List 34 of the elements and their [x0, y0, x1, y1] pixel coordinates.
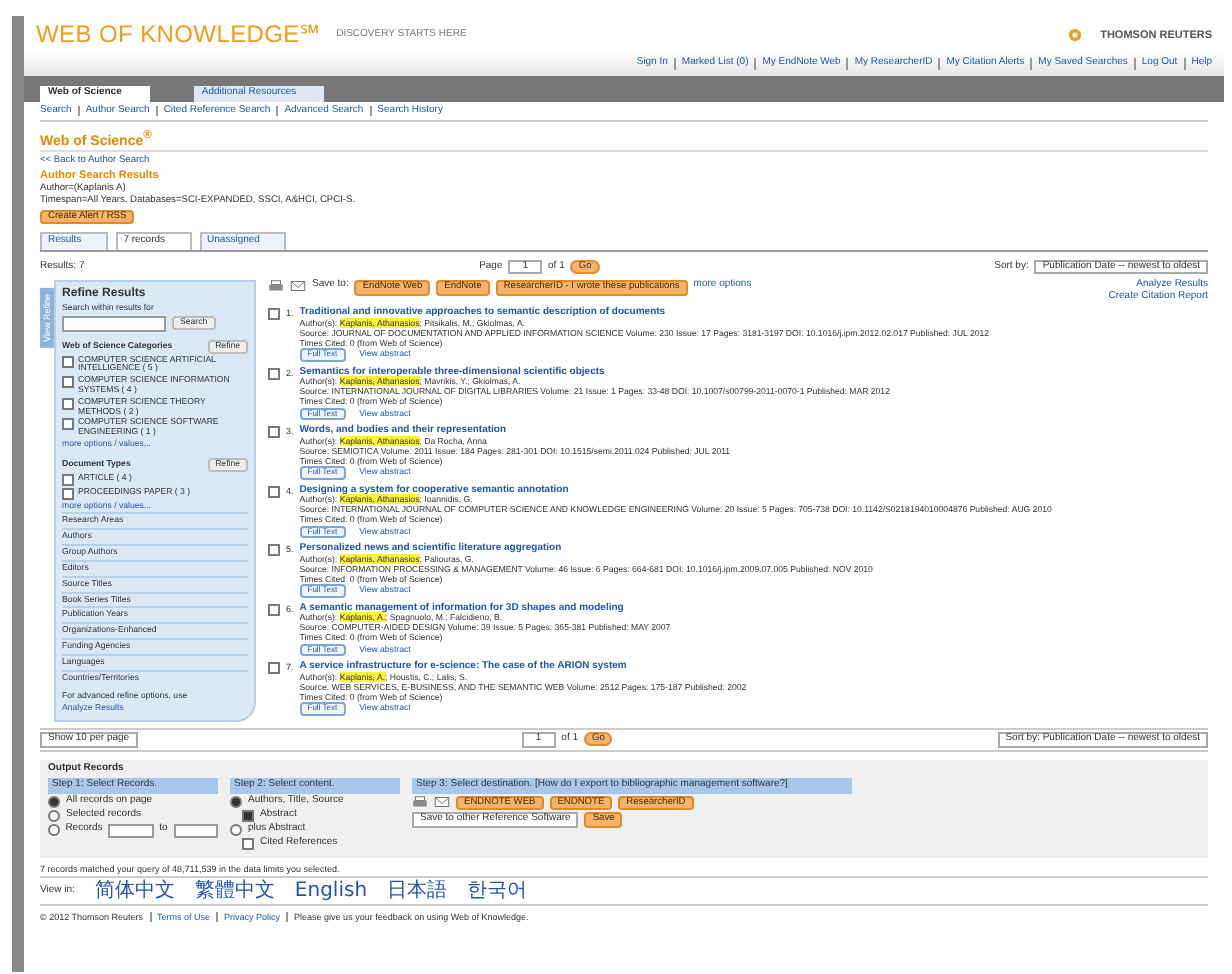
- checkbox[interactable]: [268, 308, 280, 321]
- checkbox[interactable]: [62, 473, 75, 486]
- to-field[interactable]: [173, 823, 219, 838]
- radio-button[interactable]: [230, 795, 242, 808]
- language-link[interactable]: English: [294, 877, 368, 904]
- checkbox[interactable]: [268, 485, 280, 498]
- checkbox[interactable]: [242, 837, 254, 850]
- brand-icon: [1066, 28, 1085, 43]
- radio-button[interactable]: [230, 823, 242, 836]
- print-icon[interactable]: [268, 280, 284, 293]
- checkbox[interactable]: [268, 662, 280, 675]
- checkbox[interactable]: [62, 487, 75, 500]
- radio-button[interactable]: [48, 809, 60, 822]
- checkbox[interactable]: [62, 418, 75, 431]
- search-field[interactable]: [62, 315, 167, 332]
- from-field[interactable]: [108, 823, 154, 838]
- checkbox[interactable]: [268, 367, 280, 380]
- language-link[interactable]: 繁體中文: [194, 877, 275, 904]
- language-link[interactable]: 简体中文: [94, 877, 175, 904]
- email-icon[interactable]: [290, 280, 306, 293]
- language-link[interactable]: 한국어: [467, 877, 528, 904]
- checkbox[interactable]: [268, 426, 280, 439]
- language-link[interactable]: 日本語: [387, 877, 448, 904]
- checkbox[interactable]: [268, 544, 280, 557]
- radio-button[interactable]: [48, 824, 60, 837]
- email-icon[interactable]: [434, 796, 450, 809]
- logo: WEB OF KNOWLEDGE℠: [36, 22, 321, 49]
- checkbox[interactable]: [242, 809, 254, 822]
- checkbox[interactable]: [62, 397, 75, 410]
- checkbox[interactable]: [62, 376, 75, 389]
- checkbox[interactable]: [268, 603, 280, 616]
- radio-button[interactable]: [48, 795, 60, 808]
- print-icon[interactable]: [412, 796, 428, 809]
- checkbox[interactable]: [62, 355, 75, 367]
